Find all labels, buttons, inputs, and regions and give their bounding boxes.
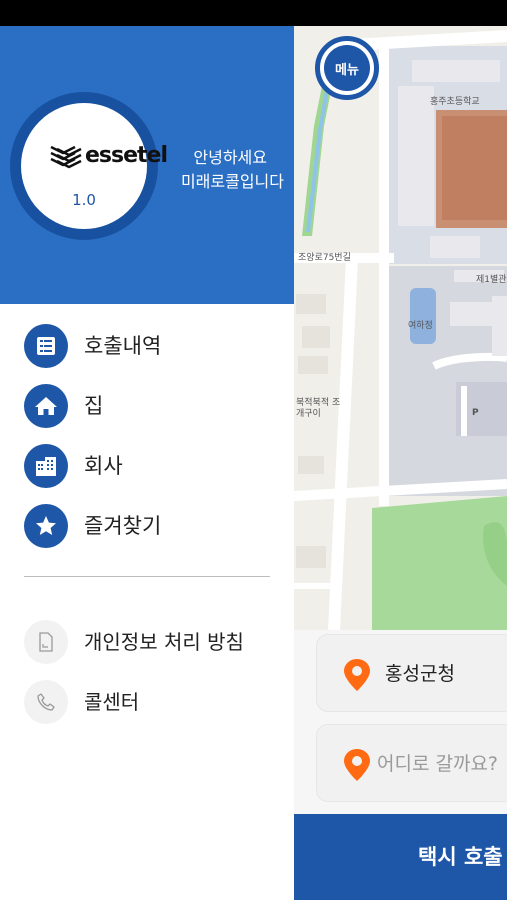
menu-item-company[interactable]: 회사 — [0, 440, 294, 496]
document-icon — [24, 620, 68, 664]
menu-item-label: 호출내역 — [84, 334, 162, 358]
map-view[interactable]: 홍주초등학교 조양로75번길 제1별관 여하정 북적북적 조개구이 P — [294, 26, 507, 630]
menu-item-label: 개인정보 처리 방침 — [84, 630, 244, 654]
menu-item-label: 회사 — [84, 454, 123, 478]
menu-button-label: 메뉴 — [324, 45, 370, 91]
menu-item-privacy-policy[interactable]: 개인정보 처리 방침 — [0, 616, 294, 666]
location-pin-icon — [344, 749, 370, 781]
menu-item-history[interactable]: 호출내역 — [0, 320, 294, 376]
destination-field[interactable]: 어디로 갈까요? — [316, 724, 507, 802]
map-label-building: 제1별관 — [476, 275, 507, 285]
map-label-pond: 여하정 — [408, 321, 433, 331]
call-taxi-button[interactable]: 택시 호출 — [294, 814, 507, 900]
app-version: 1.0 — [72, 191, 96, 209]
logo-wordmark: essetel — [85, 143, 168, 168]
home-icon — [24, 384, 68, 428]
essetel-logo-icon — [50, 145, 82, 169]
map-label-restaurant: 북적북적 조개구이 — [296, 398, 341, 419]
map-graphics — [294, 30, 507, 630]
menu-button[interactable]: 메뉴 — [315, 36, 379, 100]
parking-icon: P — [472, 408, 479, 418]
menu-item-label: 즐겨찾기 — [84, 514, 162, 538]
star-icon — [24, 504, 68, 548]
greeting-line1: 안녕하세요 — [193, 148, 267, 167]
greeting-line2: 미래로콜입니다 — [180, 172, 284, 191]
origin-value: 홍성군청 — [385, 663, 455, 685]
map-label-school: 홍주초등학교 — [430, 97, 480, 107]
destination-placeholder: 어디로 갈까요? — [377, 753, 499, 775]
list-icon — [24, 324, 68, 368]
navigation-drawer: essetel 1.0 안녕하세요 미래로콜입니다 호출내역 집 회사 즐겨찾기… — [0, 26, 294, 900]
call-taxi-label: 택시 호출 — [418, 845, 503, 869]
app-logo: essetel 1.0 — [10, 92, 168, 240]
map-label-road: 조양로75번길 — [298, 253, 351, 263]
origin-field[interactable]: 홍성군청 — [316, 634, 507, 712]
phone-icon — [24, 680, 68, 724]
building-icon — [24, 444, 68, 488]
menu-item-label: 콜센터 — [84, 690, 140, 714]
menu-divider — [24, 576, 270, 577]
menu-item-label: 집 — [84, 394, 104, 418]
location-pin-icon — [344, 659, 370, 691]
status-bar — [0, 0, 507, 26]
menu-item-call-center[interactable]: 콜센터 — [0, 676, 294, 726]
menu-item-favorites[interactable]: 즐겨찾기 — [0, 500, 294, 556]
menu-item-home[interactable]: 집 — [0, 380, 294, 436]
drawer-header: essetel 1.0 안녕하세요 미래로콜입니다 — [0, 26, 294, 304]
